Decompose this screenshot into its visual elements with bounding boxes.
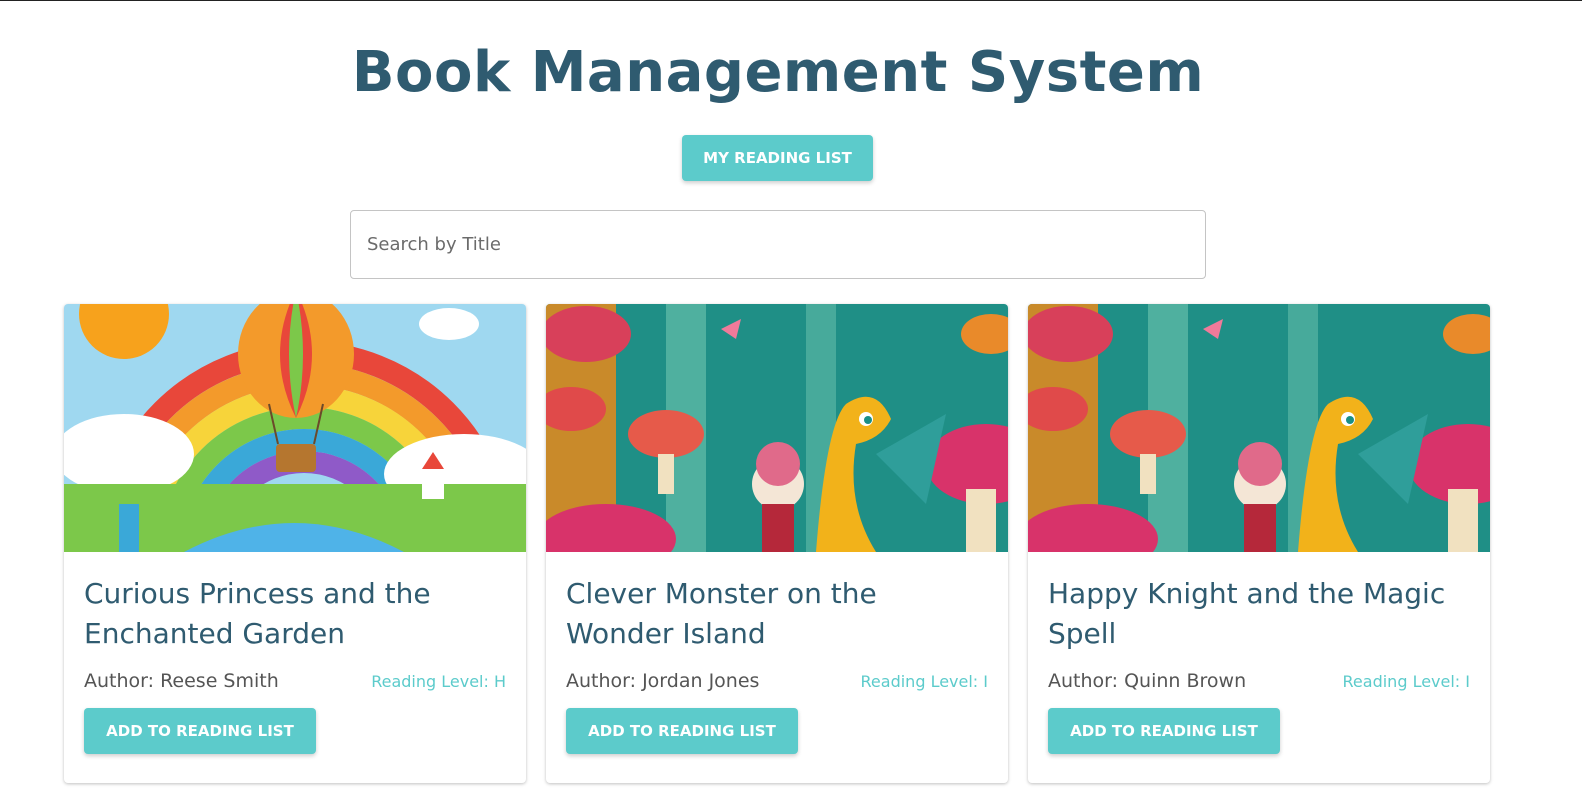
top-border <box>0 0 1582 1</box>
page-title: Book Management System <box>351 40 1205 105</box>
book-card: Curious Princess and the Enchanted Garde… <box>64 304 526 783</box>
book-cover-image <box>64 304 526 552</box>
add-to-reading-list-button[interactable]: ADD TO READING LIST <box>566 708 798 754</box>
reading-level: Reading Level: I <box>1342 672 1470 691</box>
book-author: Author: Quinn Brown <box>1048 670 1247 692</box>
book-author: Author: Jordan Jones <box>566 670 760 692</box>
book-cover-image <box>546 304 1008 552</box>
book-author: Author: Reese Smith <box>84 670 279 692</box>
my-reading-list-button[interactable]: MY READING LIST <box>682 135 873 181</box>
add-to-reading-list-button[interactable]: ADD TO READING LIST <box>1048 708 1280 754</box>
book-cover-image <box>1028 304 1490 552</box>
reading-level: Reading Level: H <box>371 672 506 691</box>
book-title: Clever Monster on the Wonder Island <box>566 577 877 650</box>
search-input[interactable] <box>350 210 1206 279</box>
book-title: Curious Princess and the Enchanted Garde… <box>84 577 431 650</box>
add-to-reading-list-button[interactable]: ADD TO READING LIST <box>84 708 316 754</box>
book-card: Happy Knight and the Magic Spell Author:… <box>1028 304 1490 783</box>
book-card: Clever Monster on the Wonder Island Auth… <box>546 304 1008 783</box>
book-title: Happy Knight and the Magic Spell <box>1048 577 1446 650</box>
reading-level: Reading Level: I <box>860 672 988 691</box>
